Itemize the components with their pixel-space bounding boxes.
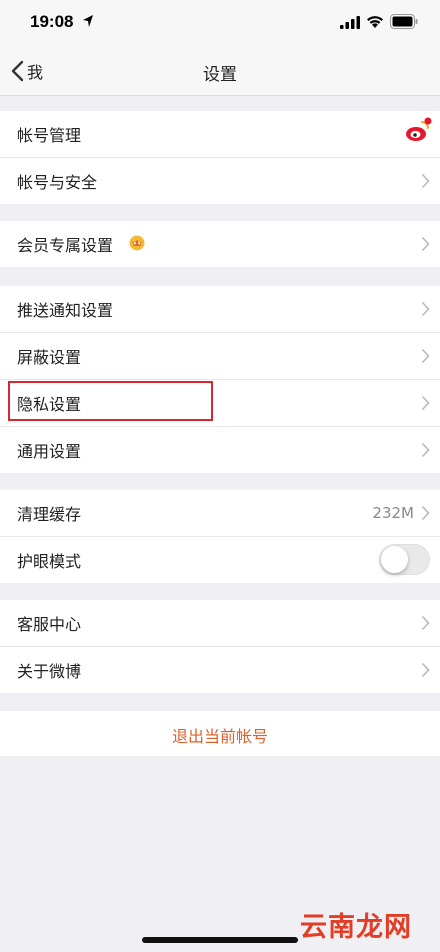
- vip-crown-icon: [129, 235, 145, 251]
- member-settings-row[interactable]: 会员专属设置: [0, 221, 440, 267]
- storage-group: 清理缓存 232M 护眼模式: [0, 490, 440, 583]
- row-label: 推送通知设置: [17, 301, 114, 320]
- chevron-right-icon: [421, 173, 430, 189]
- clear-cache-row[interactable]: 清理缓存 232M: [0, 490, 440, 537]
- toggle-knob: [381, 546, 408, 573]
- account-group: 帐号管理 帐号与安全: [0, 111, 440, 204]
- row-label: 清理缓存: [17, 505, 82, 524]
- chevron-right-icon: [421, 615, 430, 631]
- logout-button[interactable]: 退出当前帐号: [0, 723, 440, 747]
- account-management-row[interactable]: 帐号管理: [0, 111, 440, 158]
- home-indicator: [142, 937, 298, 943]
- status-bar: 19:08: [0, 0, 440, 48]
- push-notification-row[interactable]: 推送通知设置: [0, 286, 440, 333]
- row-label: 屏蔽设置: [17, 348, 82, 367]
- customer-service-row[interactable]: 客服中心: [0, 600, 440, 647]
- location-arrow-icon: [83, 15, 93, 27]
- row-label: 帐号与安全: [17, 173, 98, 192]
- settings-group: 推送通知设置 屏蔽设置 隐私设置 通用设置: [0, 286, 440, 473]
- logout-group: 退出当前帐号: [0, 711, 440, 756]
- row-label: 帐号管理: [17, 126, 82, 145]
- about-weibo-row[interactable]: 关于微博: [0, 647, 440, 693]
- chevron-right-icon: [421, 662, 430, 678]
- wifi-icon: [367, 16, 383, 28]
- row-label: 护眼模式: [17, 552, 82, 571]
- chevron-right-icon: [421, 442, 430, 458]
- chevron-right-icon: [421, 395, 430, 411]
- account-security-row[interactable]: 帐号与安全: [0, 158, 440, 204]
- eye-protection-toggle[interactable]: [379, 544, 430, 575]
- row-label: 会员专属设置: [17, 236, 114, 255]
- eye-protection-row: 护眼模式: [0, 537, 440, 583]
- row-label: 通用设置: [17, 442, 82, 461]
- status-time: 19:08: [30, 12, 74, 31]
- chevron-right-icon: [421, 301, 430, 317]
- chevron-right-icon: [421, 348, 430, 364]
- help-group: 客服中心 关于微博: [0, 600, 440, 693]
- chevron-right-icon: [421, 505, 430, 521]
- navigation-bar: 我 设置: [0, 48, 440, 96]
- general-settings-row[interactable]: 通用设置: [0, 427, 440, 473]
- row-label: 关于微博: [17, 662, 82, 681]
- privacy-highlight-box: [8, 381, 213, 421]
- watermark: 云南龙网: [300, 912, 412, 943]
- block-settings-row[interactable]: 屏蔽设置: [0, 333, 440, 380]
- page-title: 设置: [203, 65, 237, 85]
- cellular-signal-icon: [340, 16, 360, 29]
- member-group: 会员专属设置: [0, 221, 440, 267]
- cache-size-value: 232M: [372, 504, 414, 522]
- chevron-right-icon: [421, 236, 430, 252]
- weibo-logo-icon: [406, 117, 432, 141]
- row-label: 客服中心: [17, 615, 82, 634]
- battery-icon: [390, 14, 418, 29]
